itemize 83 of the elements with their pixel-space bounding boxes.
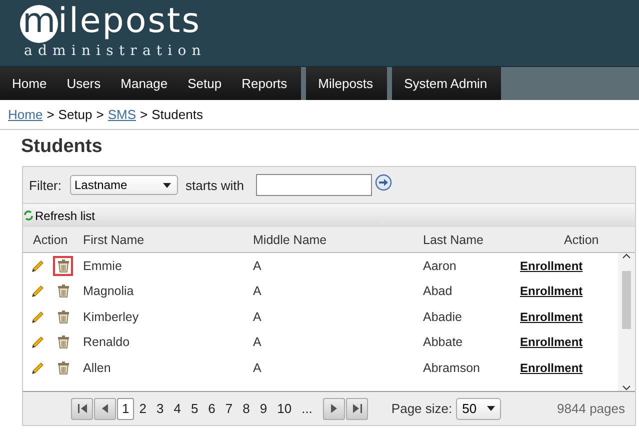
menu-item[interactable]: Users: [56, 67, 111, 100]
search-field[interactable]: [256, 174, 372, 196]
menu-item[interactable]: Manage: [110, 67, 178, 100]
page-link[interactable]: 6: [203, 398, 220, 420]
condition-label: starts with: [186, 178, 244, 192]
table-cell-text: A: [253, 335, 262, 350]
first-page-icon: [78, 404, 86, 413]
menu-item[interactable]: Reports: [232, 67, 298, 100]
last-page-icon: [352, 404, 362, 413]
enrollment-link[interactable]: Enrollment: [520, 335, 612, 350]
breadcrumb-separator: >: [46, 107, 54, 122]
page-link[interactable]: 7: [220, 398, 238, 420]
menu-item[interactable]: System Admin: [394, 67, 498, 100]
page-link[interactable]: ...: [296, 398, 318, 420]
page-count: 9844 pages: [557, 401, 625, 416]
breadcrumb-separator: >: [140, 107, 148, 122]
table-cell-text: A: [253, 360, 262, 375]
scroll-down-icon[interactable]: [622, 385, 631, 391]
logo-text: ileposts: [58, 4, 201, 43]
column-header: Last Name: [423, 232, 484, 246]
table-cell-text: Abad: [423, 284, 454, 298]
pencil-icon[interactable]: [31, 310, 45, 324]
last-page-button[interactable]: [346, 398, 368, 420]
scroll-up-icon[interactable]: [622, 253, 631, 259]
page-link[interactable]: 5: [186, 398, 204, 420]
page-size-dropdown[interactable]: 50: [456, 398, 502, 420]
table-cell-text: A: [253, 284, 262, 298]
breadcrumb-link[interactable]: Home: [8, 107, 43, 122]
table-cell-text: Abbate: [423, 335, 464, 350]
table-cell-text: Kimberley: [83, 310, 140, 324]
logo-subtitle: administration: [23, 43, 208, 59]
next-page-button[interactable]: [323, 398, 346, 420]
enrollment-link[interactable]: Enrollment: [520, 310, 612, 324]
pencil-icon[interactable]: [31, 335, 45, 350]
table-cell-text: Emmie: [83, 258, 123, 273]
page-link[interactable]: 1: [117, 398, 134, 420]
refresh-icon: [24, 210, 33, 221]
table-cell-text: Renaldo: [83, 335, 131, 350]
page-title: Students: [21, 136, 104, 158]
table-cell-text: Allen: [83, 360, 112, 375]
previous-page-button[interactable]: [94, 398, 116, 420]
table-cell-text: Magnolia: [83, 284, 135, 298]
pencil-icon[interactable]: [31, 258, 45, 273]
table-cell-text: Abadie: [423, 310, 463, 324]
scroll-thumb[interactable]: [622, 271, 631, 329]
column-header: Action: [563, 232, 600, 246]
page-link[interactable]: 8: [238, 398, 255, 420]
caret-icon: [487, 406, 496, 411]
logo-text: m: [20, 5, 58, 43]
page-size-label: Page size:: [391, 401, 452, 416]
breadcrumb-text: Students: [152, 107, 203, 122]
table-cell-text: Aaron: [423, 258, 458, 273]
page-link[interactable]: 10: [272, 398, 297, 420]
column-header: Middle Name: [253, 232, 328, 246]
pencil-icon[interactable]: [31, 360, 45, 375]
pencil-icon[interactable]: [31, 284, 45, 298]
table-cell-text: A: [253, 258, 262, 273]
table-cell-text: Abramson: [423, 360, 481, 375]
menu-item[interactable]: Mileposts: [308, 67, 384, 100]
page-link[interactable]: 4: [168, 398, 186, 420]
filter-label: Filter:: [29, 178, 62, 192]
enrollment-link[interactable]: Enrollment: [520, 360, 612, 375]
breadcrumb-link[interactable]: SMS: [108, 107, 136, 122]
enrollment-link[interactable]: Enrollment: [520, 258, 612, 273]
caret-icon: [162, 182, 170, 188]
next-icon: [331, 404, 338, 413]
breadcrumb-text: Setup: [58, 107, 92, 122]
page-link[interactable]: 9: [254, 398, 272, 420]
page-link[interactable]: 3: [151, 398, 169, 420]
first-page-button[interactable]: [71, 398, 93, 420]
column-header: First Name: [83, 232, 146, 246]
breadcrumb-separator: >: [96, 107, 104, 122]
scrollbar[interactable]: [618, 253, 635, 391]
filter-dropdown[interactable]: Lastname: [70, 175, 178, 195]
refresh-button[interactable]: Refresh list: [24, 208, 96, 222]
menu-item[interactable]: Setup: [178, 67, 232, 100]
table-cell-text: A: [253, 310, 262, 324]
previous-icon: [102, 404, 108, 413]
column-header: Action: [32, 232, 69, 246]
trash-icon[interactable]: [53, 256, 73, 276]
page-link[interactable]: 2: [134, 398, 152, 420]
enrollment-link[interactable]: Enrollment: [520, 284, 612, 298]
menu-item[interactable]: Home: [2, 67, 57, 100]
